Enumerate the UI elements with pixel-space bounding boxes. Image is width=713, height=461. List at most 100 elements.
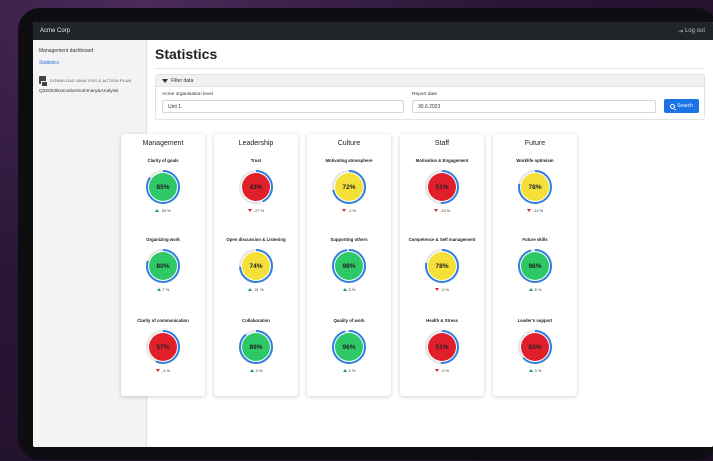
metric-value: 89%	[249, 344, 262, 351]
metric-value: 96%	[528, 263, 541, 270]
category-title: Culture	[337, 140, 361, 147]
trend-value: -1 %	[347, 208, 357, 213]
metric-item[interactable]: Clarity of goals 85% 33 %	[121, 152, 205, 213]
metric-item[interactable]: Motivating atmosphere 72% -1 %	[307, 152, 391, 214]
metric-item[interactable]: Health & Stress 51% -2 %	[400, 312, 484, 373]
trend-up-icon	[342, 369, 347, 372]
title-divider	[155, 68, 705, 69]
sidebar-item-statistics[interactable]: Statistics	[39, 60, 140, 66]
metric-gauge: 43%	[239, 170, 273, 204]
metric-trend: -13 %	[400, 208, 484, 213]
metric-label: Trust	[250, 157, 262, 163]
metric-gauge: 74%	[239, 249, 273, 283]
category-title: Staff	[434, 140, 450, 147]
trend-value: -2 %	[440, 287, 450, 292]
trend-value: -2 %	[440, 368, 450, 373]
filter-header[interactable]: Filter data	[156, 75, 704, 87]
trend-up-icon	[156, 288, 161, 291]
metric-gauge: 85%	[146, 170, 180, 204]
metric-label: Leader's support	[517, 317, 553, 323]
metric-value: 96%	[342, 344, 355, 351]
metric-gauge: 63%	[518, 330, 552, 364]
trend-down-icon	[434, 369, 439, 372]
metric-label: Clarity of communication	[137, 317, 189, 323]
category-card: Future Worklife optimism 78% -12 % Futur…	[493, 134, 577, 396]
metric-item[interactable]: Motivation & Engagement 51% -13 %	[400, 152, 484, 214]
metric-value: 63%	[528, 344, 541, 351]
metric-trend: 3 %	[214, 368, 298, 373]
app-screen: Acme Corp ⇥ Log out Management dashboard…	[33, 22, 713, 447]
org-level-label: Acme organisation level	[162, 92, 213, 97]
trend-down-icon	[155, 369, 160, 372]
metric-label: Motivating atmosphere	[325, 157, 373, 163]
logout-label: Log out	[684, 28, 705, 34]
metric-label: Future skills	[522, 236, 548, 242]
metric-item[interactable]: Organizing work 80% 7 %	[121, 231, 205, 292]
category-title: Management	[142, 140, 184, 147]
category-card: Leadership Trust 43% -27 % Open discussi…	[214, 134, 298, 396]
report-date-input[interactable]: 30.6.2023	[412, 100, 656, 113]
category-cards: Management Clarity of goals 85% 33 % Org…	[121, 134, 577, 396]
trend-value: 5 %	[348, 287, 356, 292]
metric-item[interactable]: Quality of work 96% 1 %	[307, 312, 391, 373]
metric-item[interactable]: Clarity of communication 57% -1 %	[121, 312, 205, 374]
metric-item[interactable]: Collaboration 89% 3 %	[214, 312, 298, 373]
trend-up-icon	[155, 209, 160, 212]
org-level-group: Acme organisation level Unit 1.	[162, 92, 404, 113]
search-icon	[670, 103, 676, 109]
logout-button[interactable]: ⇥ Log out	[678, 28, 705, 35]
metric-gauge: 57%	[146, 330, 180, 364]
metric-value: 80%	[156, 263, 169, 270]
category-title: Leadership	[238, 140, 274, 147]
metric-value: 78%	[528, 184, 541, 191]
metric-trend: -2 %	[400, 287, 484, 292]
category-title: Future	[524, 140, 546, 147]
document-download-icon	[39, 76, 48, 87]
search-button[interactable]: Search	[664, 99, 699, 113]
trend-value: -27 %	[253, 208, 265, 213]
metric-trend: 8 %	[493, 287, 577, 292]
metric-item[interactable]: Worklife optimism 78% -12 %	[493, 152, 577, 214]
executive-summary-file-link[interactable]: Q32023ExecutiveSummary&Analysis	[39, 89, 140, 94]
metric-gauge: 78%	[425, 249, 459, 283]
metric-gauge: 89%	[239, 330, 273, 364]
metric-trend: 33 %	[121, 208, 205, 213]
metric-item[interactable]: Supporting others 98% 5 %	[307, 231, 391, 293]
app-brand[interactable]: Acme Corp	[40, 28, 70, 34]
metric-trend: 21 %	[214, 287, 298, 292]
trend-value: 8 %	[534, 287, 542, 292]
category-card: Culture Motivating atmosphere 72% -1 % S…	[307, 134, 391, 396]
metric-trend: -27 %	[214, 208, 298, 213]
metric-label: Health & Stress	[426, 317, 458, 323]
report-date-group: Report date 30.6.2023	[412, 92, 656, 113]
search-button-label: Search	[677, 103, 693, 109]
logout-icon: ⇥	[677, 28, 683, 35]
trend-down-icon	[247, 209, 252, 212]
metric-label: Supporting others	[330, 236, 368, 242]
metric-value: 43%	[249, 184, 262, 191]
metric-trend: 5 %	[307, 287, 391, 292]
funnel-icon	[162, 78, 168, 83]
metric-item[interactable]: Leader's support 63% 3 %	[493, 312, 577, 374]
trend-up-icon	[249, 369, 254, 372]
metric-item[interactable]: Competence & Self management 78% -2 %	[400, 231, 484, 293]
metric-item[interactable]: Open discussion & Listening 74% 21 %	[214, 231, 298, 293]
sidebar-item-management-dashboard[interactable]: Management dashboard	[39, 48, 140, 54]
report-date-label: Report date	[412, 92, 438, 97]
metric-gauge: 98%	[332, 249, 366, 283]
metric-value: 72%	[342, 184, 355, 191]
metric-value: 51%	[435, 184, 448, 191]
metric-item[interactable]: Trust 43% -27 %	[214, 152, 298, 213]
metric-label: Clarity of goals	[147, 157, 179, 163]
metric-gauge: 51%	[425, 330, 459, 364]
trend-value: -12 %	[532, 208, 544, 213]
trend-down-icon	[434, 288, 439, 291]
download-analysis-link[interactable]: DOWNLOAD ANALYSIS & ACTION PLAN	[39, 76, 140, 87]
trend-up-icon	[528, 369, 533, 372]
trend-value: 21 %	[254, 287, 264, 292]
filter-panel: Filter data Acme organisation level Unit…	[155, 74, 705, 120]
trend-up-icon	[528, 288, 533, 291]
category-card: Management Clarity of goals 85% 33 % Org…	[121, 134, 205, 396]
org-level-select[interactable]: Unit 1.	[162, 100, 404, 113]
metric-item[interactable]: Future skills 96% 8 %	[493, 231, 577, 292]
